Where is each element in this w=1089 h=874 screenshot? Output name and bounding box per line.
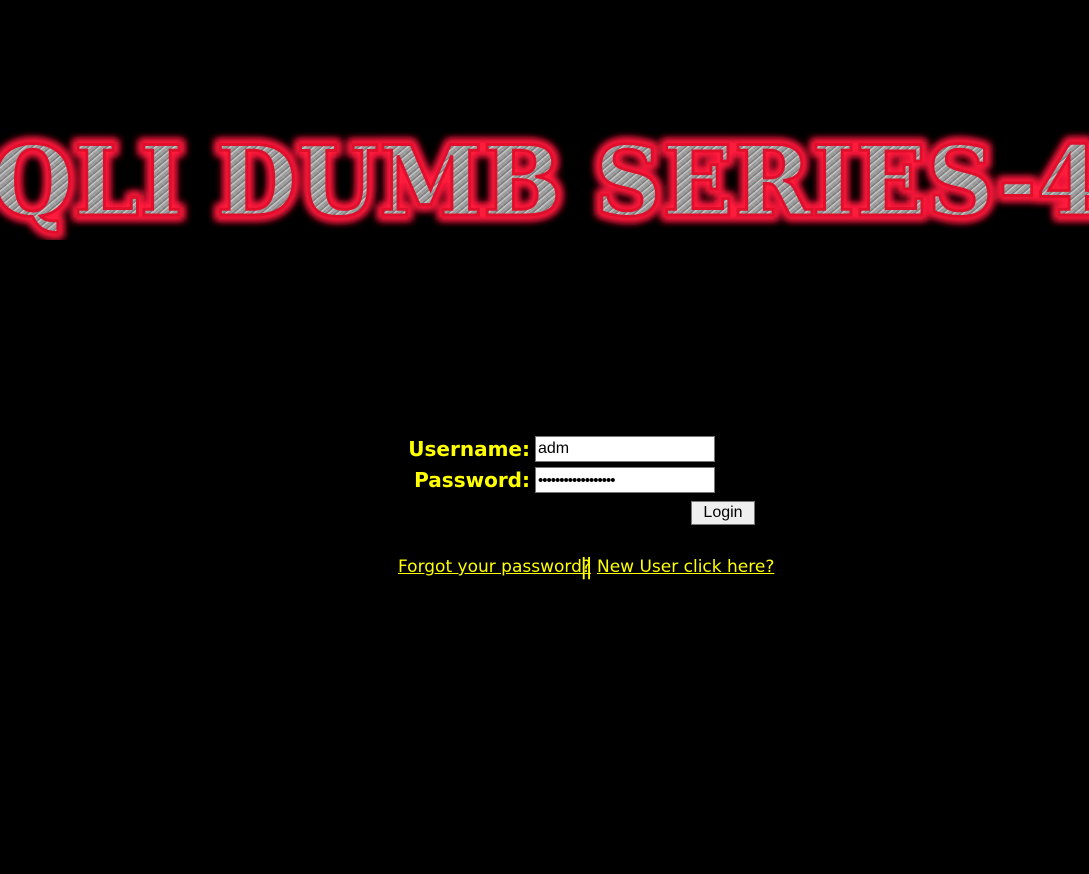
- username-label: Username:: [408, 437, 530, 461]
- login-button[interactable]: Login: [691, 501, 755, 525]
- account-links: Forgot your password? || New User click …: [0, 554, 1089, 584]
- password-input[interactable]: [535, 467, 715, 493]
- new-user-link[interactable]: New User click here?: [597, 554, 774, 580]
- username-input[interactable]: [535, 436, 715, 462]
- username-row: Username:: [0, 436, 1089, 462]
- title-banner: QLI DUMB SERIES-4 QLI DUMB SERIES-4: [0, 120, 1089, 240]
- password-label: Password:: [414, 468, 530, 492]
- title-banner-text: QLI DUMB SERIES-4: [0, 125, 1089, 238]
- login-page: QLI DUMB SERIES-4 QLI DUMB SERIES-4 User…: [0, 0, 1089, 874]
- password-row: Password:: [0, 467, 1089, 493]
- forgot-password-link[interactable]: Forgot your password?: [398, 554, 591, 580]
- link-separator: ||: [580, 555, 593, 580]
- title-banner-graphic: QLI DUMB SERIES-4 QLI DUMB SERIES-4: [0, 120, 1089, 240]
